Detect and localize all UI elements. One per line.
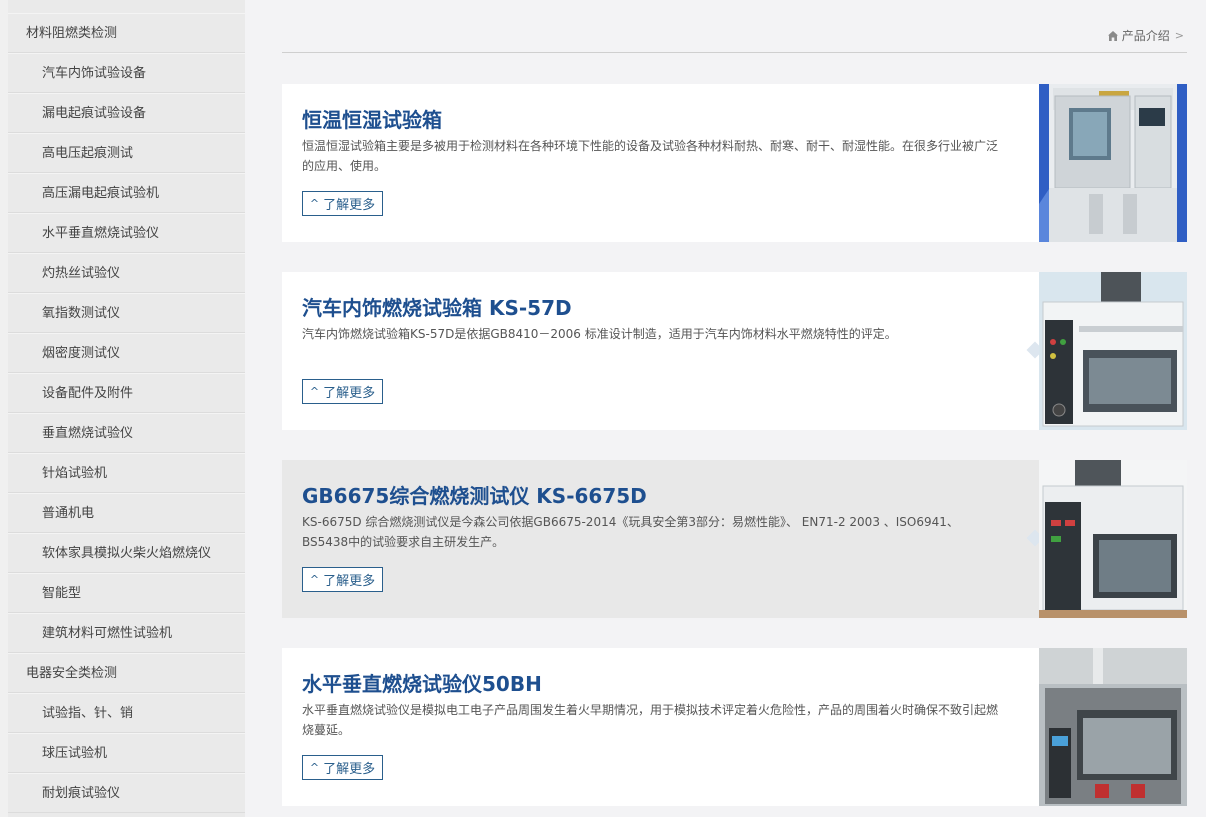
sidebar-item-tracking[interactable]: 漏电起痕试验设备	[8, 93, 245, 133]
product-description: 水平垂直燃烧试验仪是模拟电工电子产品周围发生着火早期情况，用于模拟技术评定着火危…	[302, 703, 999, 737]
chevron-up-icon: ^	[309, 385, 320, 398]
sidebar-item-smoke-density[interactable]: 烟密度测试仪	[8, 333, 245, 373]
home-icon[interactable]	[1107, 30, 1119, 42]
product-description: 汽车内饰燃烧试验箱KS-57D是依据GB8410－2006 标准设计制造，适用于…	[302, 327, 897, 341]
sidebar-item-hv-burning[interactable]: 水平垂直燃烧试验仪	[8, 213, 245, 253]
product-title[interactable]: 水平垂直燃烧试验仪50BH	[302, 668, 542, 697]
product-image[interactable]	[1039, 648, 1187, 806]
product-title[interactable]: GB6675综合燃烧测试仪 KS-6675D	[302, 480, 647, 509]
learn-more-button[interactable]: ^ 了解更多	[302, 755, 383, 780]
sidebar-item-vertical-burning[interactable]: 垂直燃烧试验仪	[8, 413, 245, 453]
divider	[282, 52, 1187, 53]
sidebar-item-smart[interactable]: 智能型	[8, 573, 245, 613]
product-card: GB6675综合燃烧测试仪 KS-6675D KS-6675D 综合燃烧测试仪是…	[282, 460, 1187, 618]
learn-more-label: 了解更多	[323, 198, 376, 213]
product-card: 汽车内饰燃烧试验箱 KS-57D 汽车内饰燃烧试验箱KS-57D是依据GB841…	[282, 272, 1187, 430]
sidebar-item-building-combustibility[interactable]: 建筑材料可燃性试验机	[8, 613, 245, 653]
sidebar-nav: 材料阻燃类检测 汽车内饰试验设备 漏电起痕试验设备 高电压起痕测试 高压漏电起痕…	[8, 13, 245, 813]
product-description: KS-6675D 综合燃烧测试仪是今森公司依据GB6675-2014《玩具安全第…	[302, 515, 959, 549]
learn-more-label: 了解更多	[323, 762, 376, 777]
sidebar-item-oxygen-index[interactable]: 氧指数测试仪	[8, 293, 245, 333]
product-title[interactable]: 汽车内饰燃烧试验箱 KS-57D	[302, 292, 572, 321]
product-image[interactable]	[1039, 460, 1187, 618]
sidebar-item-scratch[interactable]: 耐划痕试验仪	[8, 773, 245, 813]
chevron-up-icon: ^	[309, 761, 320, 774]
sidebar-item-accessories[interactable]: 设备配件及附件	[8, 373, 245, 413]
breadcrumb-separator: >	[1174, 29, 1184, 42]
sidebar-item-furniture-match[interactable]: 软体家具模拟火柴火焰燃烧仪	[8, 533, 245, 573]
product-card: 水平垂直燃烧试验仪50BH 水平垂直燃烧试验仪是模拟电工电子产品周围发生着火早期…	[282, 648, 1187, 806]
product-description: 恒温恒湿试验箱主要是多被用于检测材料在各种环境下性能的设备及试验各种材料耐热、耐…	[302, 139, 999, 173]
product-image[interactable]	[1039, 84, 1187, 242]
learn-more-label: 了解更多	[323, 574, 376, 589]
breadcrumb-link-products[interactable]: 产品介绍	[1122, 27, 1170, 44]
sidebar-item-electrical-safety[interactable]: 电器安全类检测	[8, 653, 245, 693]
chevron-up-icon: ^	[309, 197, 320, 210]
sidebar-item-glow-wire[interactable]: 灼热丝试验仪	[8, 253, 245, 293]
product-card: 恒温恒湿试验箱 恒温恒湿试验箱主要是多被用于检测材料在各种环境下性能的设备及试验…	[282, 84, 1187, 242]
learn-more-button[interactable]: ^ 了解更多	[302, 379, 383, 404]
learn-more-label: 了解更多	[323, 386, 376, 401]
sidebar-item-general-electro[interactable]: 普通机电	[8, 493, 245, 533]
breadcrumb: 产品介绍 >	[1107, 27, 1184, 44]
sidebar-item-auto-interior[interactable]: 汽车内饰试验设备	[8, 53, 245, 93]
sidebar-item-material-flame[interactable]: 材料阻燃类检测	[8, 13, 245, 53]
learn-more-button[interactable]: ^ 了解更多	[302, 191, 383, 216]
sidebar-item-ball-pressure[interactable]: 球压试验机	[8, 733, 245, 773]
product-title[interactable]: 恒温恒湿试验箱	[302, 104, 442, 133]
sidebar: 材料阻燃类检测 汽车内饰试验设备 漏电起痕试验设备 高电压起痕测试 高压漏电起痕…	[0, 0, 245, 817]
sidebar-item-hv-leak-tracking[interactable]: 高压漏电起痕试验机	[8, 173, 245, 213]
sidebar-item-high-voltage-tracking[interactable]: 高电压起痕测试	[8, 133, 245, 173]
chevron-up-icon: ^	[309, 573, 320, 586]
sidebar-item-needle-flame[interactable]: 针焰试验机	[8, 453, 245, 493]
product-image[interactable]	[1039, 272, 1187, 430]
sidebar-item-test-finger[interactable]: 试验指、针、销	[8, 693, 245, 733]
learn-more-button[interactable]: ^ 了解更多	[302, 567, 383, 592]
